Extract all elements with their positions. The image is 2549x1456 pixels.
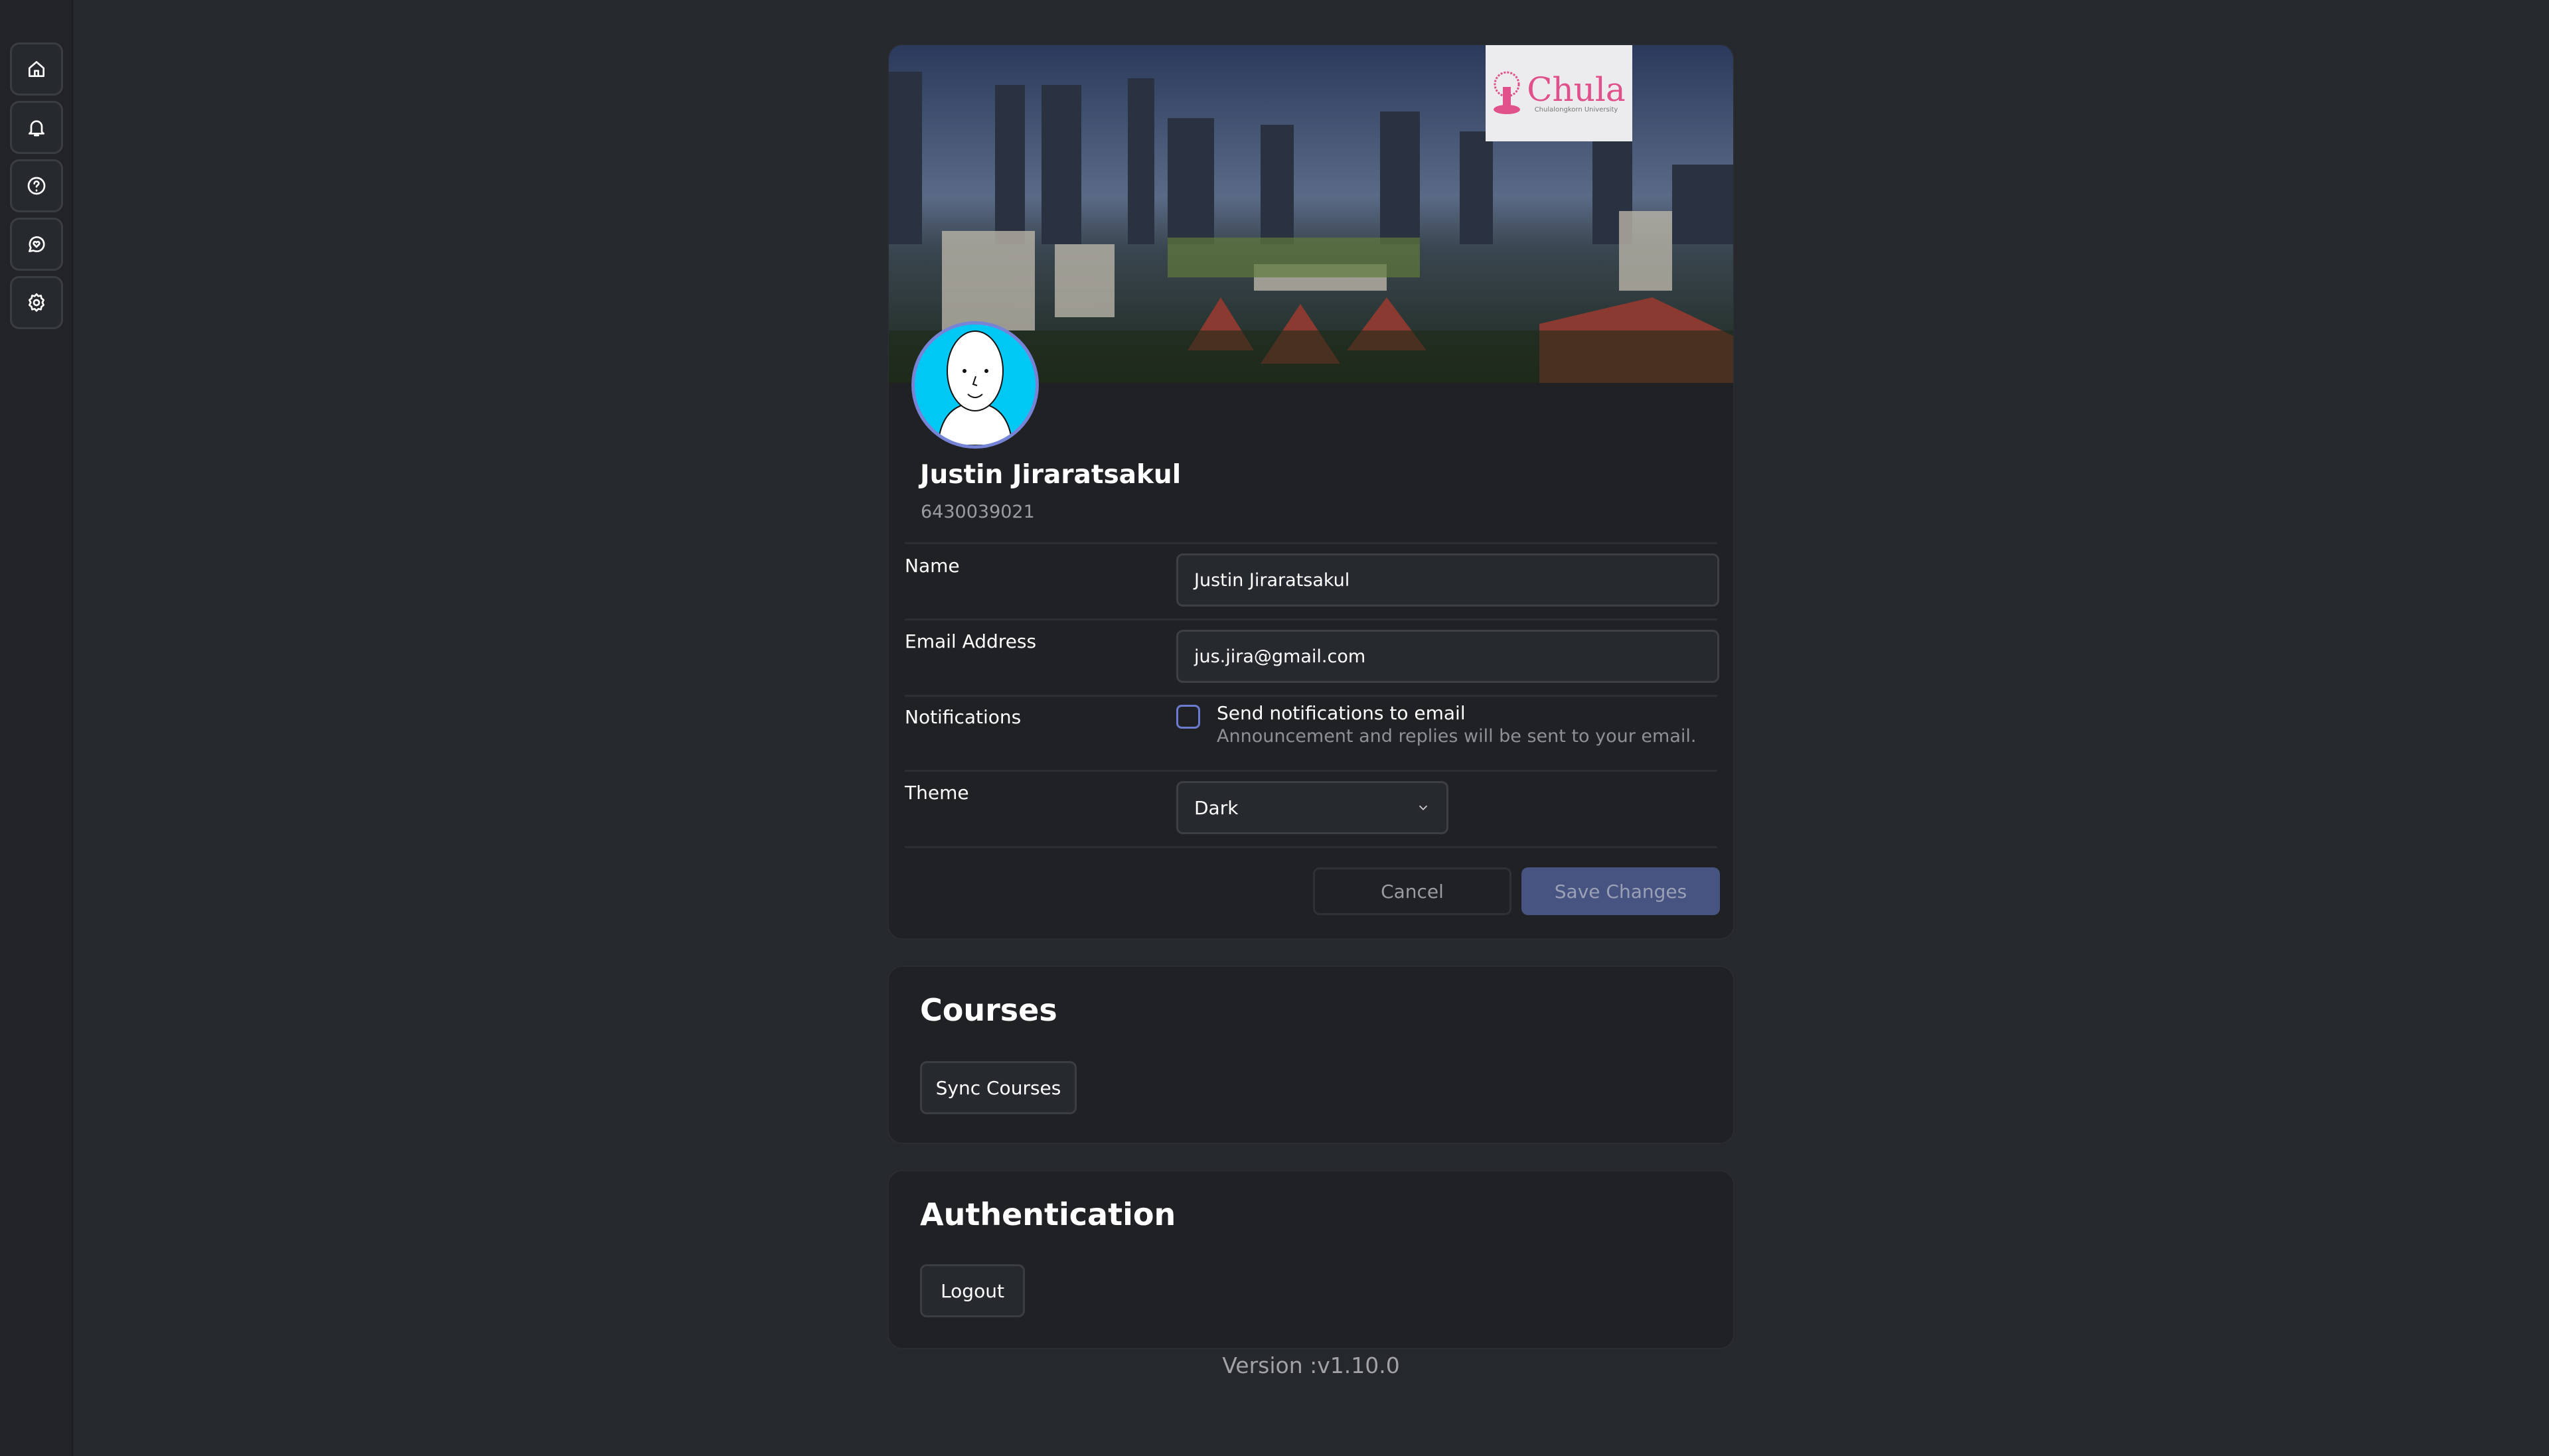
save-changes-button[interactable]: Save Changes — [1521, 867, 1720, 915]
sync-courses-button[interactable]: Sync Courses — [920, 1061, 1077, 1114]
sidebar-item-home[interactable] — [10, 42, 63, 96]
avatar[interactable] — [911, 321, 1039, 449]
divider — [905, 846, 1717, 848]
email-input-value: jus.jira@gmail.com — [1194, 646, 1366, 667]
email-input[interactable]: jus.jira@gmail.com — [1176, 630, 1719, 683]
sidebar-item-notifications[interactable] — [10, 101, 63, 154]
sidebar-item-feedback[interactable] — [10, 218, 63, 271]
sidebar — [0, 0, 73, 1456]
divider — [905, 695, 1717, 697]
profile-card: Chula Chulalongkorn University Justin Ji… — [888, 44, 1735, 940]
name-input[interactable]: Justin Jiraratsakul — [1176, 553, 1719, 607]
theme-label: Theme — [905, 782, 969, 804]
sidebar-item-settings[interactable] — [10, 276, 63, 329]
authentication-title: Authentication — [920, 1197, 1176, 1232]
email-label: Email Address — [905, 630, 1037, 652]
banner-image: Chula Chulalongkorn University — [889, 45, 1733, 383]
courses-title: Courses — [920, 992, 1057, 1028]
bell-icon — [29, 120, 44, 137]
divider — [905, 619, 1717, 620]
divider — [905, 542, 1717, 544]
question-circle-icon — [27, 177, 46, 195]
notifications-checkbox[interactable] — [1176, 705, 1200, 729]
sidebar-item-help[interactable] — [10, 159, 63, 212]
student-id: 6430039021 — [921, 502, 1035, 522]
version-text: Version :v1.10.0 — [1222, 1352, 1400, 1378]
chula-logo: Chula Chulalongkorn University — [1486, 45, 1632, 141]
home-icon — [29, 61, 44, 77]
chat-heart-icon — [29, 236, 45, 253]
name-input-value: Justin Jiraratsakul — [1194, 569, 1350, 591]
profile-name: Justin Jiraratsakul — [920, 460, 1182, 490]
logout-button[interactable]: Logout — [920, 1264, 1025, 1317]
gear-icon — [29, 293, 44, 312]
courses-card: Courses Sync Courses — [888, 966, 1735, 1144]
divider — [905, 770, 1717, 772]
notifications-description: Announcement and replies will be sent to… — [1217, 726, 1697, 747]
name-label: Name — [905, 555, 960, 577]
cancel-button[interactable]: Cancel — [1313, 867, 1511, 915]
authentication-card: Authentication Logout — [888, 1170, 1735, 1349]
notifications-label: Notifications — [905, 706, 1022, 728]
chevron-down-icon — [1419, 805, 1428, 811]
theme-select[interactable]: Dark — [1176, 781, 1448, 834]
theme-select-value: Dark — [1194, 796, 1239, 819]
chula-emblem-icon — [1494, 71, 1521, 114]
notifications-checkbox-label[interactable]: Send notifications to email — [1217, 702, 1466, 724]
